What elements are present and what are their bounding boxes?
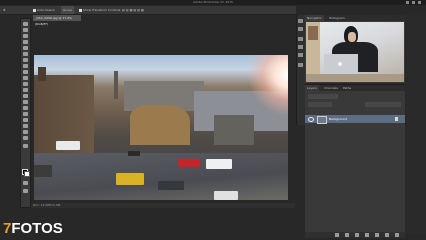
tab-histogram[interactable]: Histogram [327,15,347,21]
minimize-icon[interactable] [406,1,409,4]
tab-channels[interactable]: Channels [322,85,340,91]
navigator-tabs: Navigator Histogram [305,15,405,21]
red-car [178,159,200,167]
brush-panel-icon[interactable] [298,37,303,41]
marquee-tool-icon[interactable] [23,28,28,32]
auto-select-label: Auto-Select: [37,8,56,12]
shape-tool-icon[interactable] [23,124,28,128]
options-bar: ✥ Auto-Select: Group Show Transform Cont… [0,6,296,15]
document-tab[interactable]: _DSC_0099.jpg @ 17.9% (RGB/8*) [33,15,81,26]
watermark-logo: 7FOTOS [3,221,63,237]
adjustment-layer-icon[interactable] [365,233,369,237]
dodge-tool-icon[interactable] [23,100,28,104]
properties-panel-icon[interactable] [298,27,303,31]
move-tool-icon[interactable]: ✥ [3,6,6,14]
add-mask-icon[interactable] [355,233,359,237]
apple-logo-icon [338,62,342,66]
transform-controls-checkbox[interactable]: Show Transform Controls [79,6,120,14]
status-text: Doc: 12.0M/12.0M [33,203,61,207]
city-photo[interactable] [34,55,288,200]
zoom-tool-icon[interactable] [23,136,28,140]
visibility-eye-icon[interactable] [308,117,314,122]
quick-select-tool-icon[interactable] [23,40,28,44]
layer-filter-dropdown[interactable] [308,94,338,99]
panel-dock [296,15,305,125]
clone-stamp-tool-icon[interactable] [23,70,28,74]
screen-mode-icon[interactable] [23,189,28,193]
new-group-icon[interactable] [375,233,379,237]
lock-icon [395,117,398,121]
white-van-right [206,159,232,169]
opacity-field[interactable] [365,102,401,107]
eyedropper-tool-icon[interactable] [23,52,28,56]
link-layers-icon[interactable] [335,233,339,237]
info-panel-icon[interactable] [298,63,303,67]
brush-tool-icon[interactable] [23,64,28,68]
healing-brush-tool-icon[interactable] [23,58,28,62]
type-tool-icon[interactable] [23,112,28,116]
checkbox-icon [33,8,36,12]
blend-mode-dropdown[interactable] [308,102,332,107]
parked-car-left [34,165,52,177]
status-bar: Doc: 12.0M/12.0M [31,203,295,208]
path-selection-tool-icon[interactable] [23,118,28,122]
street [34,153,288,200]
blur-tool-icon[interactable] [23,94,28,98]
layers-panel: Layers Channels Paths Background [305,84,405,235]
transform-controls-label: Show Transform Controls [83,8,121,12]
close-icon[interactable] [418,1,421,4]
layer-row-background[interactable]: Background [305,115,405,124]
paragraph-panel-icon[interactable] [298,53,303,57]
history-brush-tool-icon[interactable] [23,76,28,80]
webcam-overlay [306,22,404,82]
lasso-tool-icon[interactable] [23,34,28,38]
tab-navigator[interactable]: Navigator [305,15,324,21]
checkbox-icon [79,8,82,12]
app-title-bar: Adobe Photoshop CC 2015 [0,0,426,5]
person-face [348,32,356,42]
white-van [56,141,80,150]
eraser-tool-icon[interactable] [23,82,28,86]
tab-layers[interactable]: Layers [305,85,319,91]
yellow-van [116,173,144,185]
layer-name: Background [329,117,347,121]
layers-footer [305,232,405,238]
character-panel-icon[interactable] [298,45,303,49]
crop-tool-icon[interactable] [23,46,28,50]
app-title: Adobe Photoshop CC 2015 [193,0,233,4]
tools-panel [20,18,31,208]
tower [114,71,118,99]
grey-house [214,115,254,145]
layer-thumbnail [317,116,327,124]
white-car-bottom [214,191,238,200]
trash-icon[interactable] [395,233,399,237]
chimney [38,67,46,81]
pen-tool-icon[interactable] [23,106,28,110]
align-icons[interactable]: ▤ ▥ ▦ ▧ ▨ ▩ [122,6,144,14]
history-panel-icon[interactable] [298,19,303,23]
extra-tools-icon[interactable] [23,144,28,148]
auto-select-dropdown[interactable]: Group [61,6,75,14]
dark-car [128,151,140,156]
black-car [158,181,184,190]
hand-tool-icon[interactable] [23,130,28,134]
background-color-swatch[interactable] [24,171,30,177]
layer-style-icon[interactable] [345,233,349,237]
maximize-icon[interactable] [412,1,415,4]
quick-mask-icon[interactable] [23,181,28,185]
new-layer-icon[interactable] [385,233,389,237]
layers-tabs: Layers Channels Paths [305,85,405,91]
shelf-items [308,26,318,40]
window-controls [404,0,426,5]
right-margin [406,15,426,234]
gradient-tool-icon[interactable] [23,88,28,92]
tab-paths[interactable]: Paths [341,85,353,91]
watermark-text: FOTOS [11,220,63,237]
autumn-trees [130,105,190,145]
desk [306,74,404,82]
auto-select-checkbox[interactable]: Auto-Select: [33,6,55,14]
move-tool-icon[interactable] [23,22,28,26]
